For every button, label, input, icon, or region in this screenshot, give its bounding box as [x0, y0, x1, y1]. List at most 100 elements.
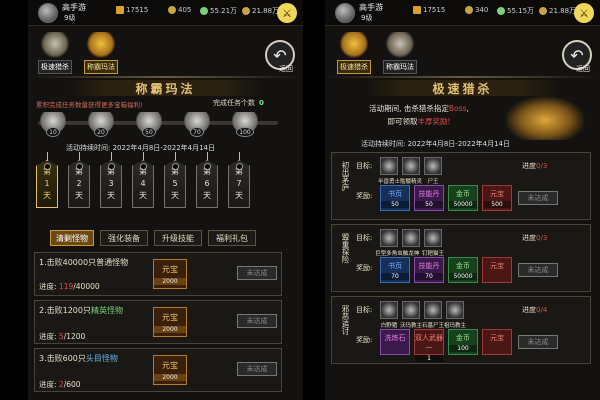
tab-upgrade-equipment[interactable]: 强化装备	[100, 230, 148, 246]
back-arrow-icon: ↶	[273, 45, 287, 65]
day-tab-char: 第	[171, 167, 179, 176]
resource-gold: 17515	[413, 6, 445, 14]
coin-icon	[497, 7, 505, 15]
task-progress: 进度: 119/40000	[39, 282, 100, 291]
back-label: 返回	[279, 65, 293, 73]
reward-item[interactable]: 双人武器一 1	[414, 329, 444, 362]
day-tab-char: 第	[203, 167, 211, 176]
close-logo-icon[interactable]: ⚔	[277, 3, 297, 23]
reward-label: 奖励:	[356, 192, 373, 200]
reward-label: 奖励:	[356, 336, 373, 344]
top-status-bar: 高手游 9级 17515 340 55.15万 21.88万 ⚔	[325, 0, 600, 26]
day-tab[interactable]: 第 2 天	[68, 160, 90, 208]
hunt-stage-name: 初出茅庐	[341, 161, 350, 191]
back-arrow-icon: ↶	[570, 45, 584, 65]
reward-item[interactable]: 技能丹 70	[414, 257, 444, 283]
avatar[interactable]	[335, 3, 355, 23]
day-tab[interactable]: 第 7 天	[228, 160, 250, 208]
day-tab[interactable]: 第 3 天	[100, 160, 122, 208]
day-tab-char: 天	[203, 191, 211, 200]
resource-ingot: 405	[168, 6, 191, 14]
reward-label: 奖励:	[356, 264, 373, 272]
day-tab-char: 第	[43, 167, 51, 176]
dragon-emblem-icon	[339, 32, 369, 58]
reward-item[interactable]: 金币 50000	[448, 257, 478, 283]
coin-icon	[200, 7, 208, 15]
hunt-stage-name: 盟重探险	[341, 233, 350, 263]
day-tab[interactable]: 第 4 天	[132, 160, 154, 208]
day-tab-char: 第	[107, 167, 115, 176]
hunt-stage-name: 邪恶追讨	[341, 305, 350, 335]
reward-ingot[interactable]: 元宝 2000	[153, 259, 187, 289]
nav-speed-hunt[interactable]: 极速猎杀	[34, 30, 76, 74]
day-tab[interactable]: 第 5 天	[164, 160, 186, 208]
task-progress: 进度: 2/600	[39, 380, 81, 389]
reward-item[interactable]: 元宝	[482, 257, 512, 283]
day-tab-char: 2	[76, 179, 82, 188]
day-tab-char: 4	[140, 179, 146, 188]
right-screen: 高手游 9级 17515 340 55.15万 21.88万 ⚔ 极速猎杀 称霸…	[325, 0, 600, 400]
ingot-icon	[465, 6, 473, 14]
monster-icon	[380, 157, 398, 175]
monster-name: 钉耙猫王	[421, 251, 444, 257]
user-name: 高手游	[359, 3, 383, 12]
day-tab[interactable]: 第 1 天	[36, 160, 58, 208]
reward-item[interactable]: 书页 70	[380, 257, 410, 283]
chest-threshold: 100	[236, 127, 254, 137]
day-tab-char: 1	[44, 179, 50, 188]
monster-icon	[402, 301, 420, 319]
resource-coin: 55.15万	[497, 6, 534, 16]
reward-item[interactable]: 技能丹 50	[414, 185, 444, 211]
left-screen: 高手游 9级 17515 405 55.21万 21.88万 ⚔ 极速猎杀 称霸…	[28, 0, 303, 400]
reward-item[interactable]: 金币 50000	[448, 185, 478, 211]
resource-coin: 55.21万	[200, 6, 237, 16]
nav-speed-hunt[interactable]: 极速猎杀	[333, 30, 375, 74]
skull-emblem-icon	[86, 32, 116, 58]
not-achieved-button[interactable]: 未达成	[518, 335, 558, 349]
day-tab-char: 天	[235, 191, 243, 200]
user-level: 9级	[361, 14, 373, 22]
close-logo-icon[interactable]: ⚔	[574, 3, 594, 23]
reward-ingot[interactable]: 元宝 2000	[153, 307, 187, 337]
divider	[28, 76, 303, 78]
resource-diamond: 21.88万	[242, 6, 279, 16]
tab-welfare-pack[interactable]: 福利礼包	[208, 230, 256, 246]
top-status-bar: 高手游 9级 17515 405 55.21万 21.88万 ⚔	[28, 0, 303, 26]
avatar[interactable]	[38, 3, 58, 23]
reward-item[interactable]: 书页 50	[380, 185, 410, 211]
tab-clear-monsters[interactable]: 清剿怪物	[50, 230, 94, 246]
day-tab[interactable]: 第 6 天	[196, 160, 218, 208]
gold-icon	[116, 6, 124, 14]
not-achieved-button[interactable]: 未达成	[518, 263, 558, 277]
monster-icon	[424, 229, 442, 247]
tab-upgrade-skills[interactable]: 升级技能	[154, 230, 202, 246]
monster-name: 尸王	[427, 179, 439, 185]
day-tab-char: 天	[75, 191, 83, 200]
monster-icon	[424, 157, 442, 175]
monster-icon	[380, 229, 398, 247]
hunt-progress: 进度0/4	[522, 306, 548, 314]
reward-item[interactable]: 元宝 500	[482, 185, 512, 211]
user-level: 9级	[64, 14, 76, 22]
nav-dominate[interactable]: 称霸玛法	[80, 30, 122, 74]
page-title: 极速猎杀	[365, 80, 560, 96]
not-achieved-button[interactable]: 未达成	[237, 266, 277, 280]
task-title: 2.击败1200只精英怪物	[39, 306, 123, 315]
day-tab-char: 天	[107, 191, 115, 200]
reward-ingot[interactable]: 元宝 2000	[153, 355, 187, 385]
hunt-row: 初出茅庐 目标: 半兽勇士 骷髅精灵 尸王 进度0/3 奖励: 书页 50 技能丹 50 金币 5000…	[331, 152, 591, 220]
nav-dominate[interactable]: 称霸玛法	[379, 30, 421, 74]
not-achieved-button[interactable]: 未达成	[237, 362, 277, 376]
day-tab-char: 天	[139, 191, 147, 200]
monster-icon	[402, 157, 420, 175]
divider	[325, 76, 600, 78]
dragon-emblem-icon	[40, 32, 70, 58]
user-name: 高手游	[62, 3, 86, 12]
not-achieved-button[interactable]: 未达成	[237, 314, 277, 328]
chest-threshold: 70	[190, 127, 204, 137]
reward-item[interactable]: 金币 100	[448, 329, 478, 355]
tasks-done: 完成任务个数 0	[213, 99, 264, 107]
reward-item[interactable]: 洗炼石	[380, 329, 410, 355]
reward-item[interactable]: 元宝	[482, 329, 512, 355]
not-achieved-button[interactable]: 未达成	[518, 191, 558, 205]
